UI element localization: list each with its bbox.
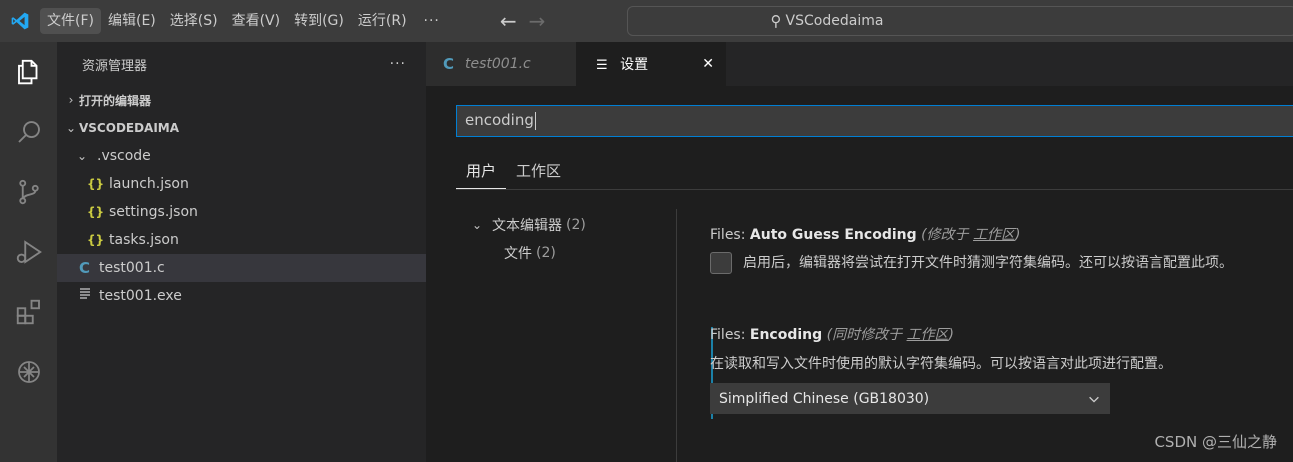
settings-scope-tabs: 用户 工作区 [456, 156, 1293, 190]
search-icon[interactable] [0, 102, 57, 162]
open-editors-section[interactable]: › 打开的编辑器 [57, 86, 426, 114]
search-icon: ⚲ [770, 12, 782, 30]
file-lines-icon [79, 287, 99, 305]
modified-suffix: ) [1015, 227, 1021, 243]
setting-title: Files: Auto Guess Encoding (修改于 工作区) [710, 225, 1293, 245]
activity-bar [0, 42, 57, 462]
toc-label: 文本编辑器 [492, 218, 562, 234]
tree-file-test001-c[interactable]: C test001.c [57, 254, 426, 282]
setting-category: Files: [710, 327, 750, 343]
setting-name: Encoding [749, 327, 823, 343]
setting-description: 启用后，编辑器将尝试在打开文件时猜测字符集编码。还可以按语言配置此项。 [743, 255, 1233, 271]
forward-arrow-icon[interactable]: → [529, 9, 546, 33]
vscode-logo-icon [0, 0, 40, 42]
settings-search-value: encoding [465, 111, 534, 129]
tree-file-tasks[interactable]: {} tasks.json [57, 226, 426, 254]
setting-encoding: Files: Encoding (同时修改于 工作区) 在读取和写入文件时使用的… [710, 325, 1293, 414]
menu-bar: 文件(F) 编辑(E) 选择(S) 查看(V) 转到(G) 运行(R) ··· [40, 0, 450, 42]
menu-run[interactable]: 运行(R) [351, 8, 414, 34]
editor-tabs: C test001.c ☰ 设置 ✕ [426, 42, 1293, 86]
workspace-folder-label: VSCODEDAIMA [79, 121, 180, 135]
tree-file-label: tasks.json [109, 232, 179, 248]
chevron-right-icon: › [68, 93, 74, 107]
tree-file-label: test001.c [99, 260, 165, 276]
toc-item-files[interactable]: 文件 (2) [472, 239, 672, 267]
setting-description-row: 启用后，编辑器将尝试在打开文件时猜测字符集编码。还可以按语言配置此项。 [710, 252, 1293, 274]
source-control-icon[interactable] [0, 162, 57, 222]
encoding-select[interactable]: Simplified Chinese (GB18030) [710, 383, 1110, 414]
title-bar: 文件(F) 编辑(E) 选择(S) 查看(V) 转到(G) 运行(R) ··· … [0, 0, 1293, 42]
json-file-icon: {} [87, 205, 105, 219]
menu-go[interactable]: 转到(G) [287, 8, 351, 34]
tab-workspace[interactable]: 工作区 [506, 156, 571, 189]
settings-search-input[interactable]: encoding [456, 105, 1293, 137]
toc-label: 文件 [504, 246, 532, 262]
tab-user[interactable]: 用户 [456, 156, 507, 189]
chatgpt-icon[interactable] [0, 342, 57, 402]
json-file-icon: {} [87, 177, 105, 191]
toc-item-text-editor[interactable]: ⌄ 文本编辑器 (2) [472, 211, 672, 239]
auto-guess-checkbox[interactable] [710, 252, 732, 274]
settings-toc: ⌄ 文本编辑器 (2) 文件 (2) [472, 211, 672, 267]
c-file-icon: C [443, 55, 455, 73]
tree-file-label: settings.json [109, 204, 198, 220]
modified-suffix: ) [948, 327, 954, 343]
setting-name: Auto Guess Encoding [749, 227, 917, 243]
modified-prefix: (修改于 [916, 227, 974, 243]
tab-label: test001.c [465, 56, 531, 72]
json-file-icon: {} [87, 233, 105, 247]
c-file-icon: C [79, 259, 91, 277]
setting-category: Files: [710, 227, 750, 243]
menu-selection[interactable]: 选择(S) [163, 8, 225, 34]
tree-file-label: launch.json [109, 176, 189, 192]
tree-file-settings[interactable]: {} settings.json [57, 198, 426, 226]
modified-prefix: (同时修改于 [822, 327, 907, 343]
extensions-icon[interactable] [0, 282, 57, 342]
navigation-arrows: ← → [500, 9, 546, 33]
menu-view[interactable]: 查看(V) [225, 8, 288, 34]
toc-count: (2) [566, 217, 586, 233]
command-center-label: VSCodedaima [785, 13, 884, 29]
setting-title: Files: Encoding (同时修改于 工作区) [710, 325, 1293, 345]
run-debug-icon[interactable] [0, 222, 57, 282]
tree-folder-label: .vscode [97, 148, 151, 164]
text-cursor [534, 111, 536, 130]
modified-link[interactable]: 工作区 [973, 227, 1015, 243]
chevron-down-icon [1089, 396, 1099, 403]
close-icon[interactable]: ✕ [702, 56, 714, 72]
tree-folder-vscode[interactable]: ⌄ .vscode [57, 142, 426, 170]
explorer-more-button[interactable]: ··· [390, 56, 406, 72]
toc-count: (2) [536, 245, 556, 261]
setting-description: 在读取和写入文件时使用的默认字符集编码。可以按语言对此项进行配置。 [710, 356, 1172, 372]
menu-more-button[interactable]: ··· [414, 13, 450, 29]
tab-settings[interactable]: ☰ 设置 ✕ [576, 42, 726, 86]
tree-file-launch[interactable]: {} launch.json [57, 170, 426, 198]
modified-link[interactable]: 工作区 [907, 327, 949, 343]
tree-file-label: test001.exe [99, 288, 182, 304]
settings-list-icon: ☰ [596, 58, 608, 73]
explorer-sidebar: 资源管理器 ··· › 打开的编辑器 ⌄ VSCODEDAIMA ⌄ .vsco… [57, 42, 426, 462]
watermark: CSDN @三仙之静 [1154, 433, 1277, 451]
toc-divider [676, 209, 677, 462]
back-arrow-icon[interactable]: ← [500, 9, 517, 33]
explorer-title: 资源管理器 [82, 58, 148, 74]
encoding-select-value: Simplified Chinese (GB18030) [719, 390, 930, 407]
explorer-icon[interactable] [0, 42, 57, 102]
explorer-header: 资源管理器 ··· [57, 42, 426, 86]
menu-edit[interactable]: 编辑(E) [101, 8, 163, 34]
modified-indicator: (同时修改于 工作区) [822, 327, 954, 343]
modified-indicator: (修改于 工作区) [916, 227, 1021, 243]
workspace-folder-section[interactable]: ⌄ VSCODEDAIMA [57, 114, 426, 142]
chevron-down-icon: ⌄ [77, 149, 88, 163]
tab-test001-c[interactable]: C test001.c [426, 42, 576, 86]
setting-auto-guess-encoding: Files: Auto Guess Encoding (修改于 工作区) 启用后… [710, 225, 1293, 274]
chevron-down-icon: ⌄ [65, 121, 77, 135]
tree-file-test001-exe[interactable]: test001.exe [57, 282, 426, 310]
open-editors-label: 打开的编辑器 [79, 93, 152, 108]
chevron-down-icon: ⌄ [472, 218, 483, 232]
menu-file[interactable]: 文件(F) [40, 8, 101, 34]
settings-editor: encoding 用户 工作区 ⌄ 文本编辑器 (2) 文件 (2) Files… [426, 86, 1293, 462]
command-center[interactable]: ⚲ VSCodedaima [627, 6, 1293, 36]
tab-label: 设置 [620, 57, 649, 73]
